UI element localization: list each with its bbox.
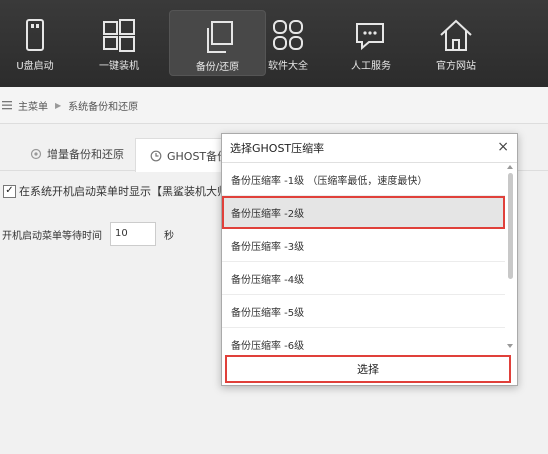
tab-incremental-backup[interactable]: 增量备份和还原 <box>30 138 124 170</box>
list-scrollbar[interactable] <box>506 163 515 350</box>
dialog-title: 选择GHOST压缩率 <box>230 142 325 155</box>
wait-time-row: 开机启动菜单等待时间 10 秒 <box>2 222 174 246</box>
home-icon <box>440 19 472 51</box>
wait-time-unit: 秒 <box>164 230 174 242</box>
scrollbar-thumb[interactable] <box>508 173 513 279</box>
toolbar-label: 人工服务 <box>351 61 391 72</box>
windows-icon <box>103 19 135 52</box>
list-item[interactable]: 备份压缩率 -5级 <box>222 295 505 328</box>
list-item-selected[interactable]: 备份压缩率 -2级 <box>222 196 505 229</box>
boot-menu-option: ✓ 在系统开机启动菜单时显示【黑鲨装机大师 DO <box>3 183 249 199</box>
list-item[interactable]: 备份压缩率 -6级 <box>222 328 505 351</box>
toolbar-item-software[interactable]: 软件大全 <box>252 0 324 87</box>
breadcrumb-root[interactable]: 主菜单 <box>18 98 48 113</box>
select-button[interactable]: 选择 <box>225 355 511 383</box>
breadcrumb-current: 系统备份和还原 <box>68 101 139 113</box>
dialog-header: 选择GHOST压缩率 × <box>222 134 517 163</box>
copy-icon <box>206 21 233 53</box>
toolbar-label: 软件大全 <box>268 61 308 72</box>
apps-grid-icon <box>273 20 303 50</box>
close-icon[interactable]: × <box>497 140 509 154</box>
toolbar-item-usb-boot[interactable]: U盘启动 <box>0 0 70 87</box>
clock-icon <box>150 150 162 161</box>
show-boot-menu-checkbox[interactable]: ✓ <box>3 184 16 198</box>
scroll-up-icon[interactable] <box>507 165 513 169</box>
usb-drive-icon <box>26 19 44 51</box>
list-item[interactable]: 备份压缩率 -3级 <box>222 229 505 262</box>
tab-label: GHOST备份 <box>167 149 229 163</box>
breadcrumb: 主菜单 ▶ 系统备份和还原 <box>0 87 548 124</box>
gear-icon <box>30 148 42 160</box>
scroll-down-icon[interactable] <box>507 344 513 348</box>
toolbar-item-website[interactable]: 官方网站 <box>421 0 491 87</box>
list-item[interactable]: 备份压缩率 -1级 （压缩率最低，速度最快） <box>222 163 505 196</box>
toolbar-label: U盘启动 <box>16 61 54 72</box>
toolbar-label: 官方网站 <box>436 61 476 72</box>
menu-icon <box>2 101 12 110</box>
tab-label: 增量备份和还原 <box>47 148 124 161</box>
toolbar-item-support[interactable]: 人工服务 <box>336 0 406 87</box>
list-item[interactable]: 备份压缩率 -4级 <box>222 262 505 295</box>
toolbar-label: 一键装机 <box>99 61 139 72</box>
toolbar-item-one-click-install[interactable]: 一键装机 <box>84 0 154 87</box>
compression-list: 备份压缩率 -1级 （压缩率最低，速度最快） 备份压缩率 -2级 备份压缩率 -… <box>222 163 505 350</box>
compression-dialog: 选择GHOST压缩率 × 备份压缩率 -1级 （压缩率最低，速度最快） 备份压缩… <box>221 133 518 386</box>
wait-time-input[interactable]: 10 <box>110 222 156 246</box>
wait-time-label: 开机启动菜单等待时间 <box>2 230 102 242</box>
breadcrumb-separator-icon: ▶ <box>55 100 62 110</box>
show-boot-menu-label: 在系统开机启动菜单时显示【黑鲨装机大师 DO <box>19 185 249 198</box>
top-toolbar: U盘启动 一键装机 备份/还原 软件大全 人工服务 官方网站 <box>0 0 548 87</box>
toolbar-label: 备份/还原 <box>195 62 240 73</box>
chat-bubble-icon <box>356 23 384 51</box>
